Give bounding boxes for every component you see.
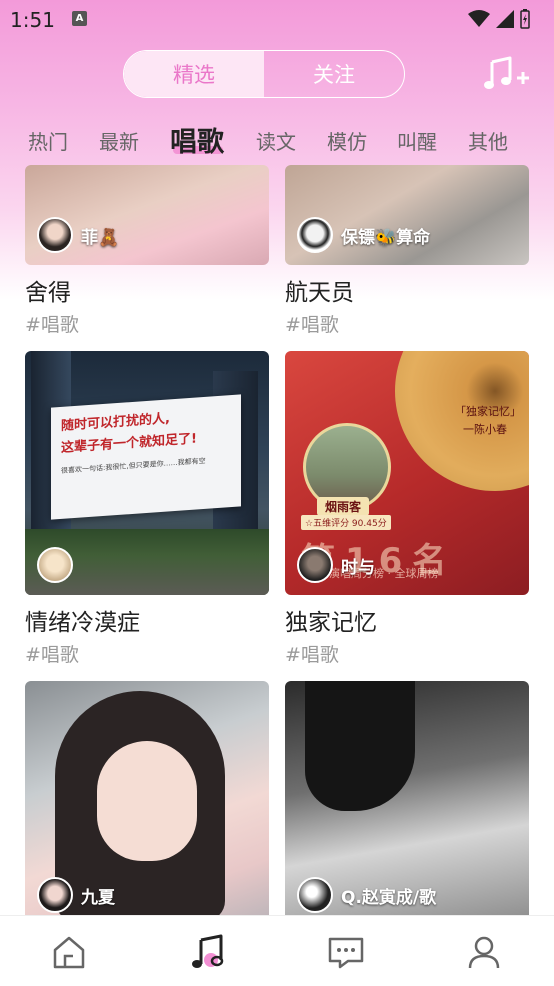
card-cover[interactable]: 九夏 [25,681,269,915]
author-name: Q.赵寅成/歌 [341,887,437,908]
category-reading[interactable]: 读文 [256,126,296,155]
signal-icon [496,10,514,28]
card-title: 情绪冷漠症 [25,610,140,636]
message-icon[interactable] [326,934,366,970]
author-name: 保镖🐝算命 [341,227,431,248]
category-hot[interactable]: 热门 [28,126,68,155]
card-author[interactable] [37,547,81,583]
poster-singer: 一陈小春 [463,423,507,436]
billboard: 随时可以打扰的人, 这辈子有一个就知足了! 很喜欢一句话:我很忙,但只要是你……… [51,394,241,520]
category-tabs: 热门 最新 唱歌 读文 模仿 叫醒 其他 [0,118,554,162]
avatar [297,217,333,253]
card-cover[interactable]: 随时可以打扰的人, 这辈子有一个就知足了! 很喜欢一句话:我很忙,但只要是你……… [25,351,269,595]
poster-score: ☆五维评分 90.45分 [301,515,391,530]
category-latest[interactable]: 最新 [99,126,139,155]
card-cover[interactable]: 保镖🐝算命 [285,165,529,265]
add-music-icon[interactable] [484,56,530,92]
author-name: 九夏 [81,887,115,908]
card-cover[interactable]: Q.赵寅成/歌 [285,681,529,915]
tab-featured[interactable]: 精选 [124,51,264,97]
card-author[interactable]: 九夏 [37,877,115,913]
status-bar: 1:51 A [0,0,554,40]
card-title: 航天员 [285,280,354,306]
home-icon[interactable] [49,934,89,970]
card-tag[interactable]: #唱歌 [25,640,79,667]
feed-toggle: 精选 关注 [123,50,405,98]
author-name: 菲🧸 [81,227,120,248]
bottom-nav [0,915,554,986]
avatar [37,547,73,583]
billboard-line3: 很喜欢一句话:我很忙,但只要是你……我都有空 [61,456,206,475]
poster-song: 「独家记忆」 [455,405,521,418]
status-time: 1:51 [10,8,55,32]
category-wakeup[interactable]: 叫醒 [397,126,437,155]
card-cover[interactable]: 「独家记忆」 一陈小春 烟雨客 ☆五维评分 90.45分 第16名 演唱周分榜 … [285,351,529,595]
card-tag[interactable]: #唱歌 [285,310,339,337]
card-tag[interactable]: #唱歌 [285,640,339,667]
battery-icon [520,9,530,29]
music-icon[interactable] [187,934,227,970]
card-title: 独家记忆 [285,610,377,636]
avatar [297,547,333,583]
status-icons [468,9,530,29]
vinyl-disc [395,351,529,491]
tab-following[interactable]: 关注 [264,51,404,97]
poster-name: 烟雨客 [317,497,370,516]
avatar [297,877,333,913]
category-other[interactable]: 其他 [468,126,508,155]
card-tag[interactable]: #唱歌 [25,310,79,337]
card-author[interactable]: Q.赵寅成/歌 [297,877,436,913]
avatar [37,217,73,253]
card-cover[interactable]: 菲🧸 [25,165,269,265]
category-singing[interactable]: 唱歌 [170,120,224,159]
notification-icon: A [72,11,87,26]
portrait-hair [305,681,415,811]
feed: 菲🧸 舍得 #唱歌 保镖🐝算命 航天员 #唱歌 随时可以打扰的人, 这辈子有一个… [0,165,554,915]
wifi-icon [468,10,490,27]
card-author[interactable]: 时与 [297,547,375,583]
card-author[interactable]: 保镖🐝算命 [297,217,430,253]
author-name: 时与 [341,557,375,578]
avatar [37,877,73,913]
profile-icon[interactable] [464,934,504,970]
card-author[interactable]: 菲🧸 [37,217,119,253]
card-title: 舍得 [25,280,71,306]
category-imitate[interactable]: 模仿 [327,126,367,155]
portrait-face [97,741,197,861]
